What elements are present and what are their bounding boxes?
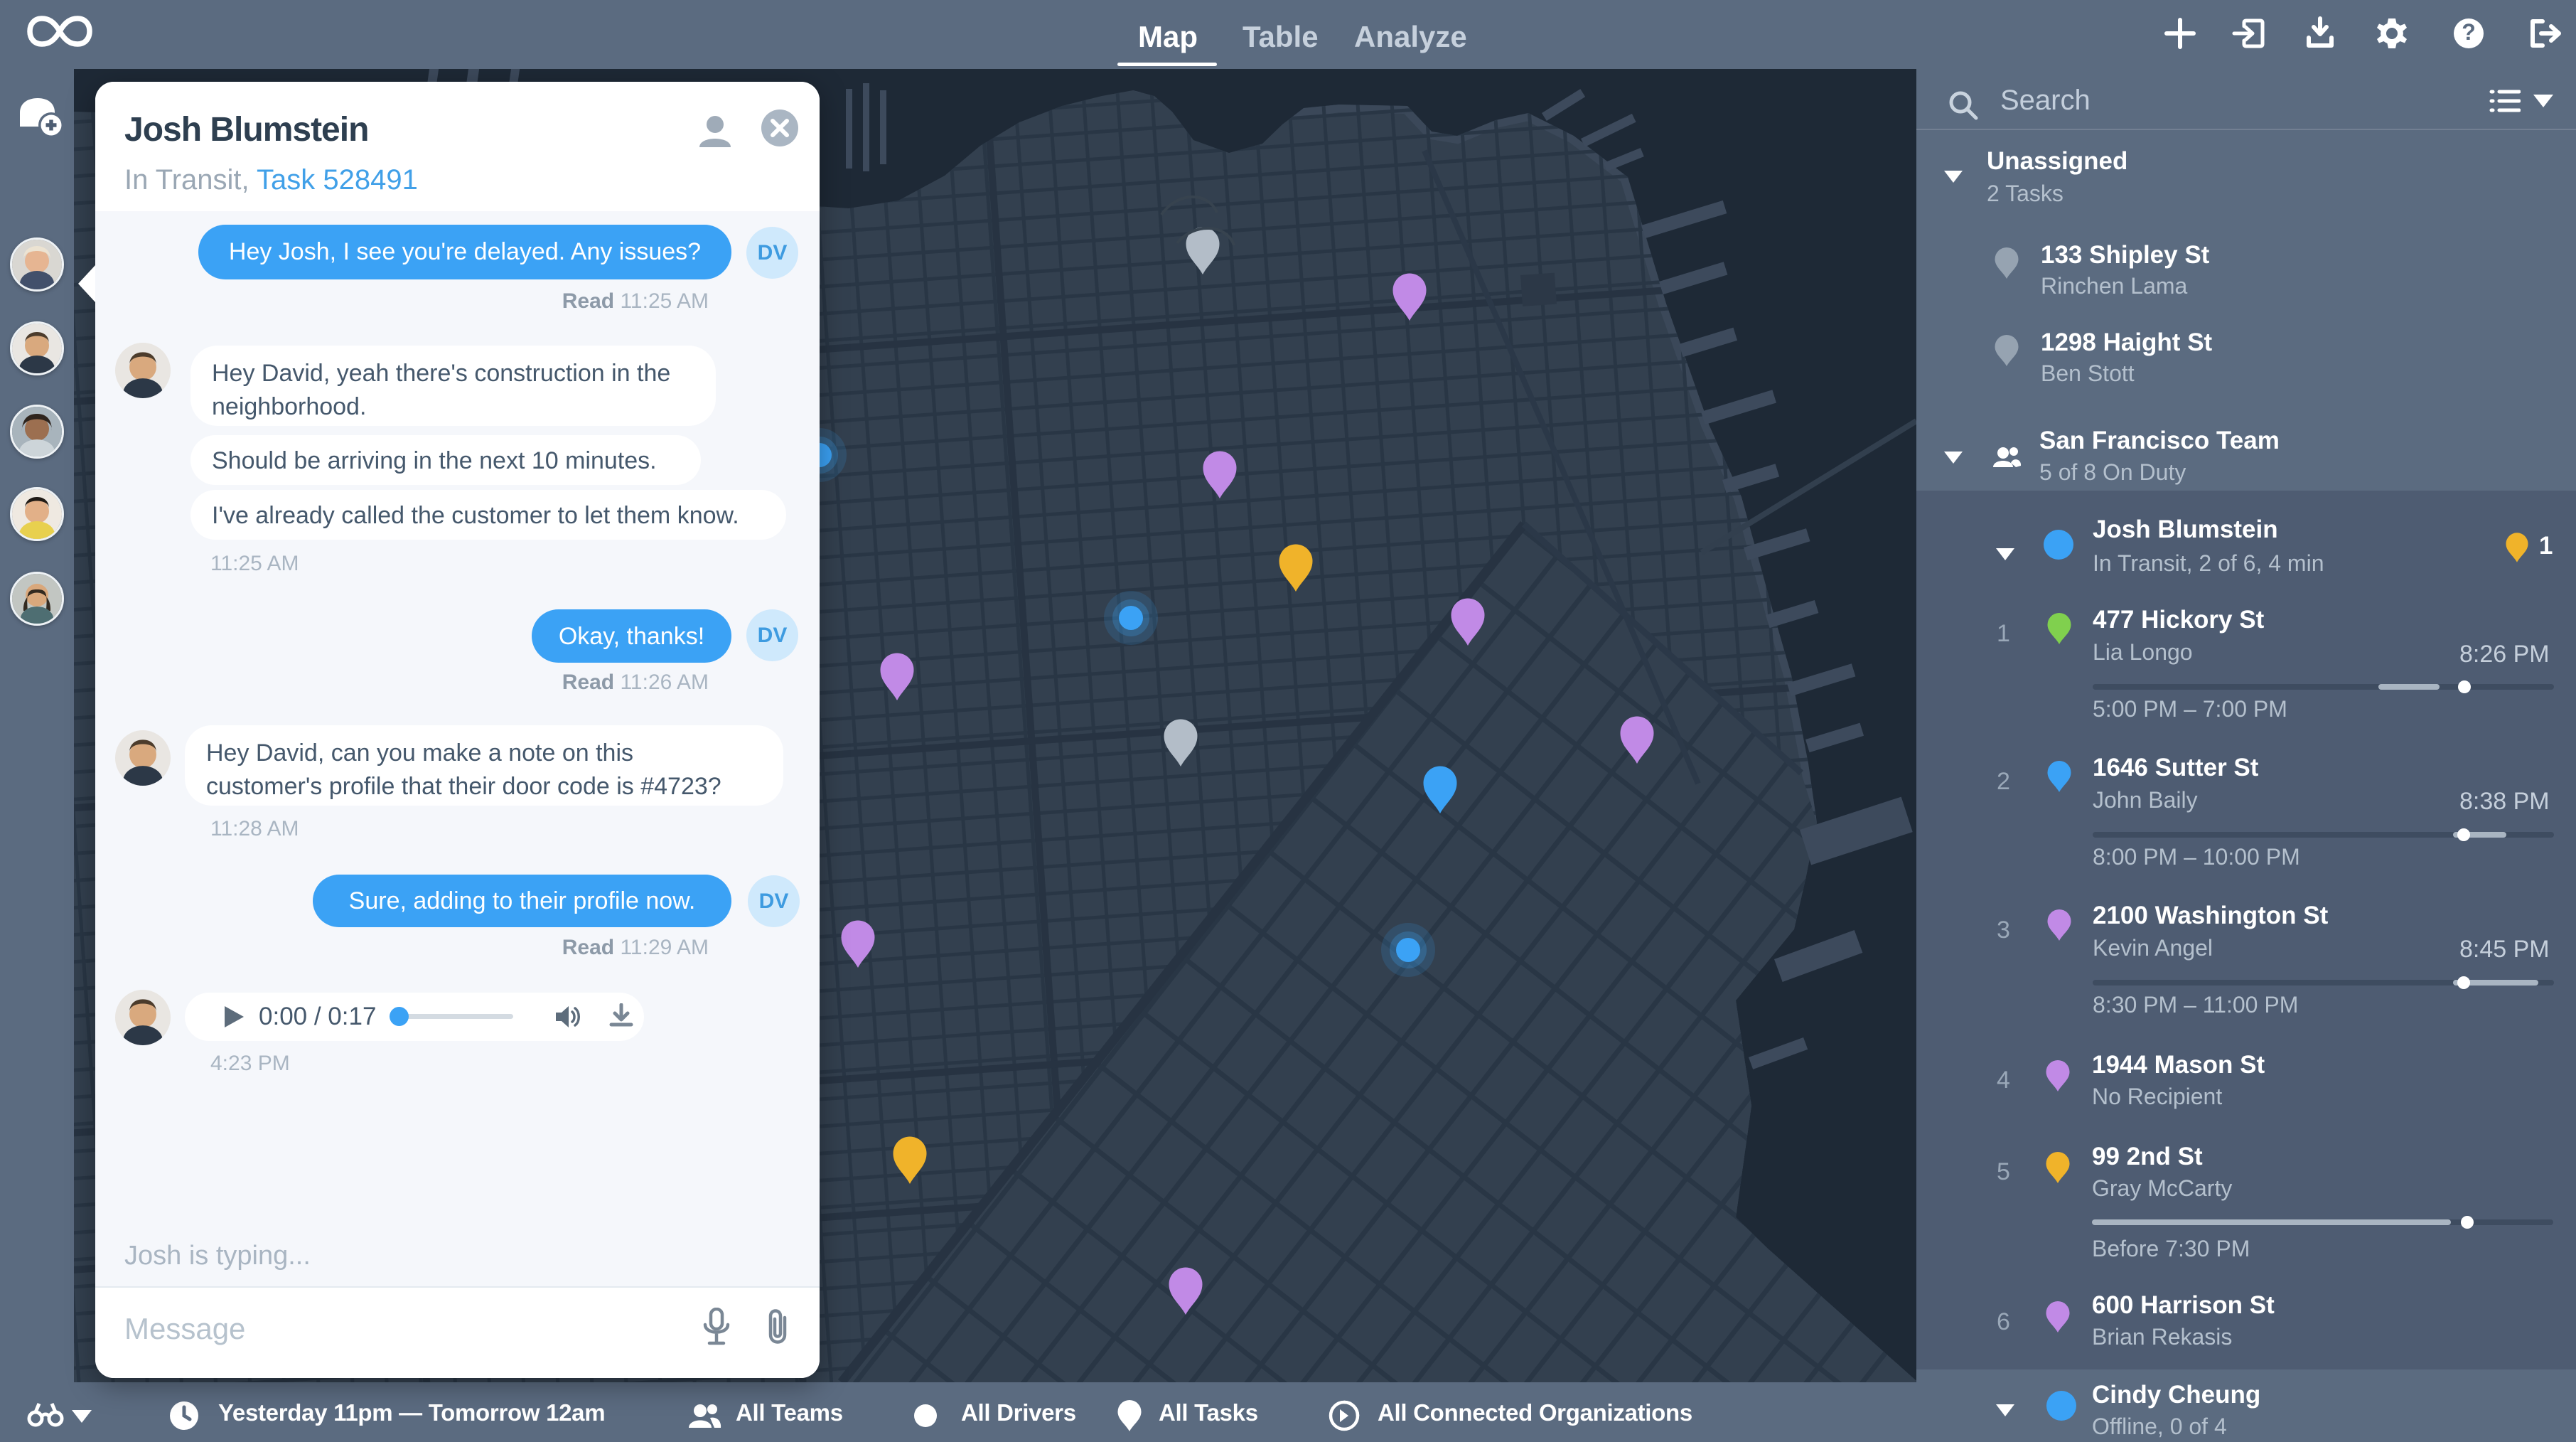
svg-text:?: ? bbox=[2462, 19, 2476, 45]
